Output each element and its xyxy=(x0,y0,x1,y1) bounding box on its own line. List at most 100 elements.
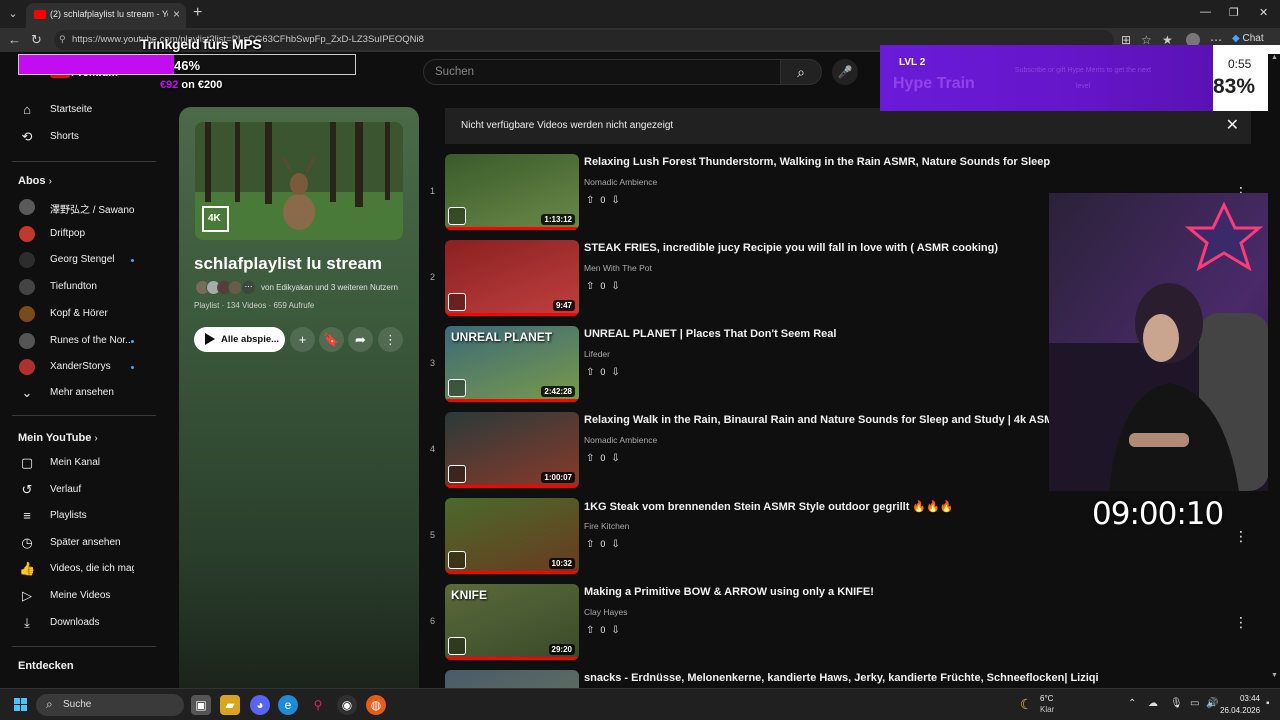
upvote-icon[interactable]: ⇧ xyxy=(586,625,594,636)
browser-tab[interactable]: (2) schlafplaylist lu stream - YouTube × xyxy=(26,3,186,28)
scrollbar[interactable]: ▲ ▼ xyxy=(1268,54,1280,686)
discord-icon[interactable]: ◕ xyxy=(250,695,270,715)
sidebar-item[interactable]: ▢ Mein Kanal xyxy=(0,451,156,477)
reload-icon[interactable]: ↻ xyxy=(31,32,42,48)
shorts-icon: ⟲ xyxy=(21,129,33,144)
downvote-icon[interactable]: ⇩ xyxy=(611,625,619,636)
subscription-item[interactable]: XanderStorys xyxy=(0,355,156,381)
playlist-thumbnail[interactable]: 4K xyxy=(195,122,403,240)
upvote-icon[interactable]: ⇧ xyxy=(586,539,594,550)
notifications-icon[interactable]: ▪ xyxy=(1266,698,1270,709)
video-thumbnail[interactable]: KNIFE 29:20 xyxy=(445,584,579,660)
subscription-item[interactable]: Georg Stengel xyxy=(0,248,156,274)
sidebar-item[interactable]: ⤓ Downloads xyxy=(0,611,156,637)
obs-icon[interactable]: ◉ xyxy=(337,695,357,715)
downvote-icon[interactable]: ⇩ xyxy=(611,539,619,550)
new-tab-button[interactable]: + xyxy=(193,4,202,22)
upvote-icon[interactable]: ⇧ xyxy=(586,281,594,292)
map-pin-app-icon[interactable]: ⚲ xyxy=(308,695,328,715)
tray-app-icon[interactable]: ☁ xyxy=(1148,698,1158,709)
subscription-item[interactable]: 澤野弘之 / Sawano... xyxy=(0,195,156,221)
downvote-icon[interactable]: ⇩ xyxy=(611,281,619,292)
video-channel[interactable]: Clay Hayes xyxy=(584,607,627,617)
subscription-item[interactable]: Driftpop xyxy=(0,222,156,248)
play-all-button[interactable]: Alle abspie... xyxy=(194,327,285,352)
video-title[interactable]: STEAK FRIES, incredible jucy Recipie you… xyxy=(584,242,998,254)
playlist-owners[interactable]: ⋯ von Edikyakan und 3 weiteren Nutzern xyxy=(195,280,415,296)
subscription-item[interactable]: Kopf & Hörer xyxy=(0,302,156,328)
playlist-more-button[interactable]: ⋮ xyxy=(378,327,403,352)
sidebar-item[interactable]: 👍 Videos, die ich mag xyxy=(0,557,156,583)
video-thumbnail[interactable]: UNREAL PLANET 2:42:28 xyxy=(445,326,579,402)
task-view-icon[interactable]: ▣ xyxy=(191,695,211,715)
scroll-down-icon[interactable]: ▼ xyxy=(1271,672,1278,679)
subscription-item[interactable]: Runes of the Nor... xyxy=(0,329,156,355)
volume-icon[interactable]: 🔊 xyxy=(1206,698,1218,709)
taskbar-search[interactable]: ⌕ Suche xyxy=(36,694,184,716)
downvote-icon[interactable]: ⇩ xyxy=(611,367,619,378)
minimize-button[interactable]: — xyxy=(1200,6,1211,18)
home-icon: ⌂ xyxy=(23,102,31,117)
downvote-icon[interactable]: ⇩ xyxy=(611,453,619,464)
downvote-icon[interactable]: ⇩ xyxy=(611,195,619,206)
video-more-icon[interactable]: ⋮ xyxy=(1234,528,1248,545)
sidebar-item-label: Meine Videos xyxy=(50,590,111,601)
edge-icon[interactable]: e xyxy=(278,695,298,715)
video-channel[interactable]: Lifeder xyxy=(584,349,610,359)
close-window-button[interactable]: ✕ xyxy=(1259,6,1268,19)
video-thumbnail[interactable]: 1:13:12 xyxy=(445,154,579,230)
search-button[interactable]: ⌕ xyxy=(780,59,822,85)
tab-actions-button[interactable]: ⌄ xyxy=(4,5,22,23)
you-heading[interactable]: Mein YouTube › xyxy=(18,432,98,444)
upvote-icon[interactable]: ⇧ xyxy=(586,195,594,206)
copilot-chat-button[interactable]: ◆ Chat xyxy=(1232,33,1264,44)
thumbnail-overlay-text: UNREAL PLANET xyxy=(451,330,553,344)
playlist-video-row[interactable]: 6 KNIFE 29:20 Making a Primitive BOW & ARRO… xyxy=(420,584,1260,664)
share-button[interactable]: ➦ xyxy=(348,327,373,352)
windows-start-icon[interactable] xyxy=(14,698,28,712)
video-channel[interactable]: Nomadic Ambience xyxy=(584,177,657,187)
close-notice-icon[interactable]: ✕ xyxy=(1226,115,1239,135)
video-title[interactable]: snacks - Erdnüsse, Melonenkerne, kandier… xyxy=(584,672,1099,684)
search-input[interactable]: Suchen xyxy=(423,59,781,85)
video-title[interactable]: Making a Primitive BOW & ARROW using onl… xyxy=(584,586,874,598)
tray-overflow-icon[interactable]: ⌃ xyxy=(1128,698,1136,709)
scroll-up-icon[interactable]: ▲ xyxy=(1271,54,1278,61)
video-thumbnail[interactable]: 9:47 xyxy=(445,240,579,316)
upvote-icon[interactable]: ⇧ xyxy=(586,367,594,378)
sidebar-item[interactable]: ▷ Meine Videos xyxy=(0,584,156,610)
subscription-item[interactable]: Tiefundton xyxy=(0,275,156,301)
video-channel[interactable]: Men With The Pot xyxy=(584,263,652,273)
back-icon[interactable]: ← xyxy=(8,32,21,47)
firefox-icon[interactable]: ◍ xyxy=(366,695,386,715)
taskbar-clock[interactable]: 03:44 26.04.2026 xyxy=(1220,693,1260,717)
video-more-icon[interactable]: ⋮ xyxy=(1234,614,1248,631)
video-channel[interactable]: Nomadic Ambience xyxy=(584,435,657,445)
video-thumbnail[interactable]: 1:00:07 xyxy=(445,412,579,488)
sidebar-item[interactable]: ≡ Playlists xyxy=(0,504,156,530)
upvote-icon[interactable]: ⇧ xyxy=(586,453,594,464)
close-tab-icon[interactable]: × xyxy=(173,7,180,21)
voice-search-button[interactable]: 🎤 xyxy=(832,59,858,85)
hype-percent: 83% xyxy=(1213,75,1256,98)
sidebar-item[interactable]: ⌂ Startseite xyxy=(0,98,156,124)
sidebar-item[interactable]: ↺ Verlauf xyxy=(0,478,156,504)
maximize-button[interactable]: ❐ xyxy=(1229,6,1239,19)
video-title[interactable]: Relaxing Walk in the Rain, Binaural Rain… xyxy=(584,414,1061,426)
video-title[interactable]: 1KG Steak vom brennenden Stein ASMR Styl… xyxy=(584,500,954,513)
network-icon[interactable]: ▭ xyxy=(1190,698,1199,709)
subscriptions-heading[interactable]: Abos › xyxy=(18,175,52,187)
sidebar-item[interactable]: ⟲ Shorts xyxy=(0,125,156,151)
site-info-icon[interactable]: ⚲ xyxy=(59,34,66,45)
video-thumbnail[interactable]: 10:32 xyxy=(445,498,579,574)
video-title[interactable]: Relaxing Lush Forest Thunderstorm, Walki… xyxy=(584,156,1050,168)
vote-controls: ⇧ 0 ⇩ xyxy=(586,539,620,550)
sidebar-item[interactable]: ◷ Später ansehen xyxy=(0,531,156,557)
add-to-queue-button[interactable]: + xyxy=(290,327,315,352)
video-title[interactable]: UNREAL PLANET | Places That Don't Seem R… xyxy=(584,328,836,340)
microphone-tray-icon[interactable]: 🎙 xyxy=(1170,698,1183,709)
video-channel[interactable]: Fire Kitchen xyxy=(584,521,629,531)
save-playlist-button[interactable]: 🔖 xyxy=(319,327,344,352)
sidebar-item[interactable]: ⌄ Mehr ansehen xyxy=(0,381,156,407)
file-explorer-icon[interactable]: ▰ xyxy=(220,695,240,715)
